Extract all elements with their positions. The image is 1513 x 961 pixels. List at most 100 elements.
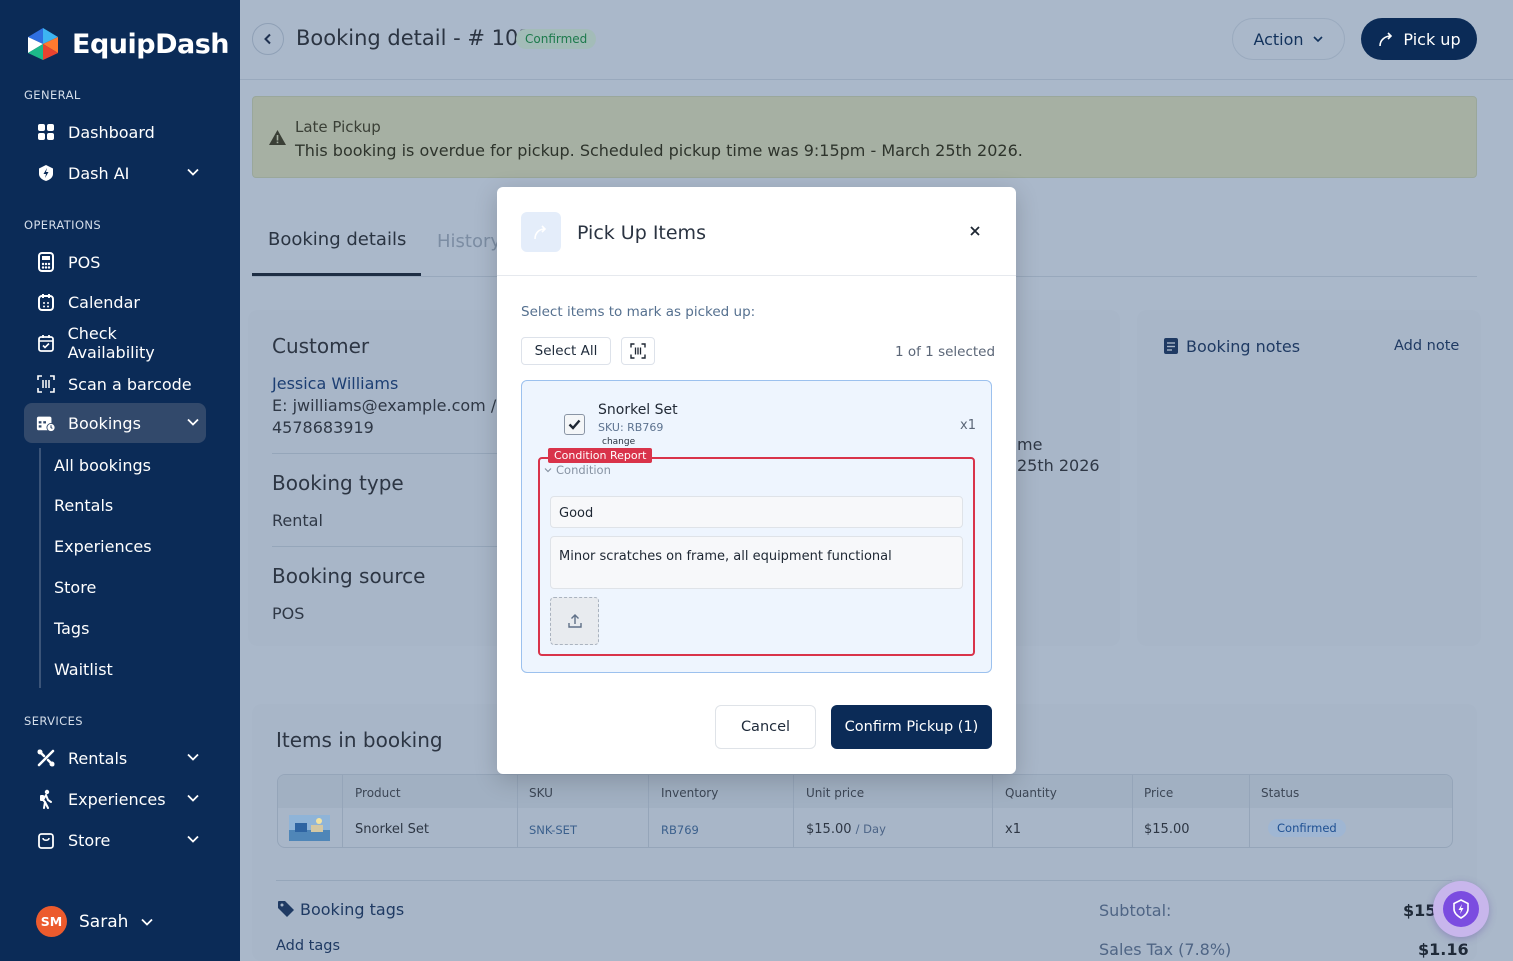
sidebar-subitem-rentals[interactable]: Rentals: [54, 496, 113, 515]
sidebar-item-label: Experiences: [68, 789, 166, 809]
unit-price-value: $15.00: [806, 822, 852, 837]
chevron-down-icon[interactable]: [186, 791, 200, 805]
chevron-down-icon[interactable]: [186, 415, 200, 429]
add-note-link[interactable]: Add note: [1394, 338, 1459, 354]
condition-notes-textarea[interactable]: Minor scratches on frame, all equipment …: [550, 536, 963, 589]
bookings-calendar-icon: [36, 413, 56, 433]
logo[interactable]: EquipDash: [24, 26, 230, 62]
rentals-tools-icon: [36, 748, 56, 768]
app-name: EquipDash: [72, 28, 230, 60]
upload-icon: [567, 614, 582, 628]
column-header-sku: SKU: [529, 786, 553, 800]
column-header-price: Price: [1144, 786, 1174, 800]
column-divider: [793, 775, 794, 847]
sidebar-item-check-availability[interactable]: Check Availability: [24, 323, 206, 363]
booking-tags-heading: Booking tags: [300, 900, 405, 919]
pickup-time-label-partial: me: [1017, 435, 1043, 454]
sidebar-subitem-experiences[interactable]: Experiences: [54, 537, 152, 556]
tag-icon: [278, 901, 294, 917]
store-bag-icon: [36, 830, 56, 850]
ai-assistant-button[interactable]: [1433, 881, 1489, 937]
column-divider: [1132, 775, 1133, 847]
modal-instruction: Select items to mark as picked up:: [521, 304, 756, 320]
back-button[interactable]: [252, 23, 284, 55]
calendar-check-icon: [36, 333, 56, 353]
chevron-left-icon: [264, 33, 271, 45]
items-heading: Items in booking: [276, 728, 443, 752]
sidebar-item-store[interactable]: Store: [24, 820, 206, 860]
sidebar-item-label: POS: [68, 252, 101, 272]
avatar: SM: [36, 906, 67, 937]
column-header-product: Product: [355, 786, 401, 800]
booking-type-value: Rental: [272, 511, 323, 530]
sidebar-subitem-waitlist[interactable]: Waitlist: [54, 660, 113, 679]
sidebar-item-calendar[interactable]: Calendar: [24, 282, 206, 322]
sidebar-item-dash-ai[interactable]: Dash AI: [24, 153, 206, 193]
column-header-unit-price: Unit price: [806, 786, 865, 800]
chevron-down-icon[interactable]: [186, 165, 200, 179]
cell-sku-link[interactable]: SNK-SET: [529, 823, 577, 837]
customer-name-link[interactable]: Jessica Williams: [272, 374, 398, 393]
late-pickup-alert: [252, 96, 1477, 178]
dashboard-icon: [36, 122, 56, 142]
column-divider: [992, 775, 993, 847]
cell-inventory-link[interactable]: RB769: [661, 823, 699, 837]
warning-icon: [269, 130, 286, 145]
cell-quantity: x1: [1005, 822, 1021, 837]
action-dropdown-button[interactable]: Action: [1232, 18, 1345, 60]
sidebar-item-experiences[interactable]: Experiences: [24, 779, 206, 819]
checkmark-icon: [568, 419, 581, 430]
cell-price: $15.00: [1144, 822, 1190, 837]
sidebar-item-label: Rentals: [68, 748, 128, 768]
tab-booking-details[interactable]: Booking details: [268, 229, 406, 250]
pickup-modal-icon: [521, 212, 561, 252]
sidebar-item-rentals[interactable]: Rentals: [24, 738, 206, 778]
sidebar-item-label: Store: [68, 830, 111, 850]
tab-history[interactable]: History: [437, 231, 501, 252]
item-quantity: x1: [960, 418, 976, 433]
user-name: Sarah: [79, 911, 129, 932]
sidebar-subitem-tags[interactable]: Tags: [54, 619, 89, 638]
booking-source-value: POS: [272, 604, 305, 623]
hiker-icon: [36, 789, 56, 809]
notes-heading: Booking notes: [1186, 337, 1301, 356]
column-header-status: Status: [1261, 786, 1300, 800]
sidebar-item-label: Check Availability: [67, 324, 155, 362]
pickup-arrow-icon: [534, 225, 547, 240]
booking-type-heading: Booking type: [272, 471, 404, 495]
page-title: Booking detail - # 103: [296, 26, 532, 50]
modal-header-divider: [497, 275, 1016, 276]
booking-source-heading: Booking source: [272, 564, 426, 588]
condition-toggle[interactable]: Condition: [544, 463, 611, 477]
section-operations: OPERATIONS: [24, 218, 102, 232]
divider: [272, 546, 498, 547]
sidebar-item-label: Scan a barcode: [68, 374, 192, 394]
item-checkbox[interactable]: [564, 414, 585, 435]
chevron-down-icon: [544, 468, 552, 473]
chevron-down-icon[interactable]: [186, 750, 200, 764]
lightning-shield-icon: [1453, 899, 1469, 919]
sidebar-item-dashboard[interactable]: Dashboard: [24, 112, 206, 152]
column-divider: [342, 775, 343, 847]
alert-title: Late Pickup: [295, 118, 381, 136]
photo-upload-button[interactable]: [550, 597, 599, 645]
sidebar-item-pos[interactable]: POS: [24, 242, 206, 282]
sidebar-item-scan-barcode[interactable]: Scan a barcode: [24, 364, 206, 404]
pick-up-button[interactable]: Pick up: [1361, 18, 1477, 60]
sales-tax-label: Sales Tax (7.8%): [1099, 940, 1232, 959]
condition-select[interactable]: Good: [550, 496, 963, 528]
confirm-pickup-button[interactable]: Confirm Pickup (1): [831, 705, 992, 749]
close-icon[interactable]: [969, 225, 981, 237]
sidebar-item-bookings[interactable]: Bookings: [24, 403, 206, 443]
scan-barcode-button[interactable]: [621, 337, 655, 365]
change-inventory-link[interactable]: change: [602, 437, 635, 447]
section-general: GENERAL: [24, 88, 81, 102]
select-all-button[interactable]: Select All: [521, 337, 611, 365]
alert-message: This booking is overdue for pickup. Sche…: [295, 141, 1023, 160]
sidebar-subitem-store[interactable]: Store: [54, 578, 96, 597]
sidebar-subitem-all-bookings[interactable]: All bookings: [54, 456, 151, 475]
add-tags-link[interactable]: Add tags: [276, 938, 340, 954]
cancel-button[interactable]: Cancel: [715, 705, 816, 749]
user-menu[interactable]: SM Sarah: [36, 906, 154, 937]
chevron-down-icon[interactable]: [186, 832, 200, 846]
